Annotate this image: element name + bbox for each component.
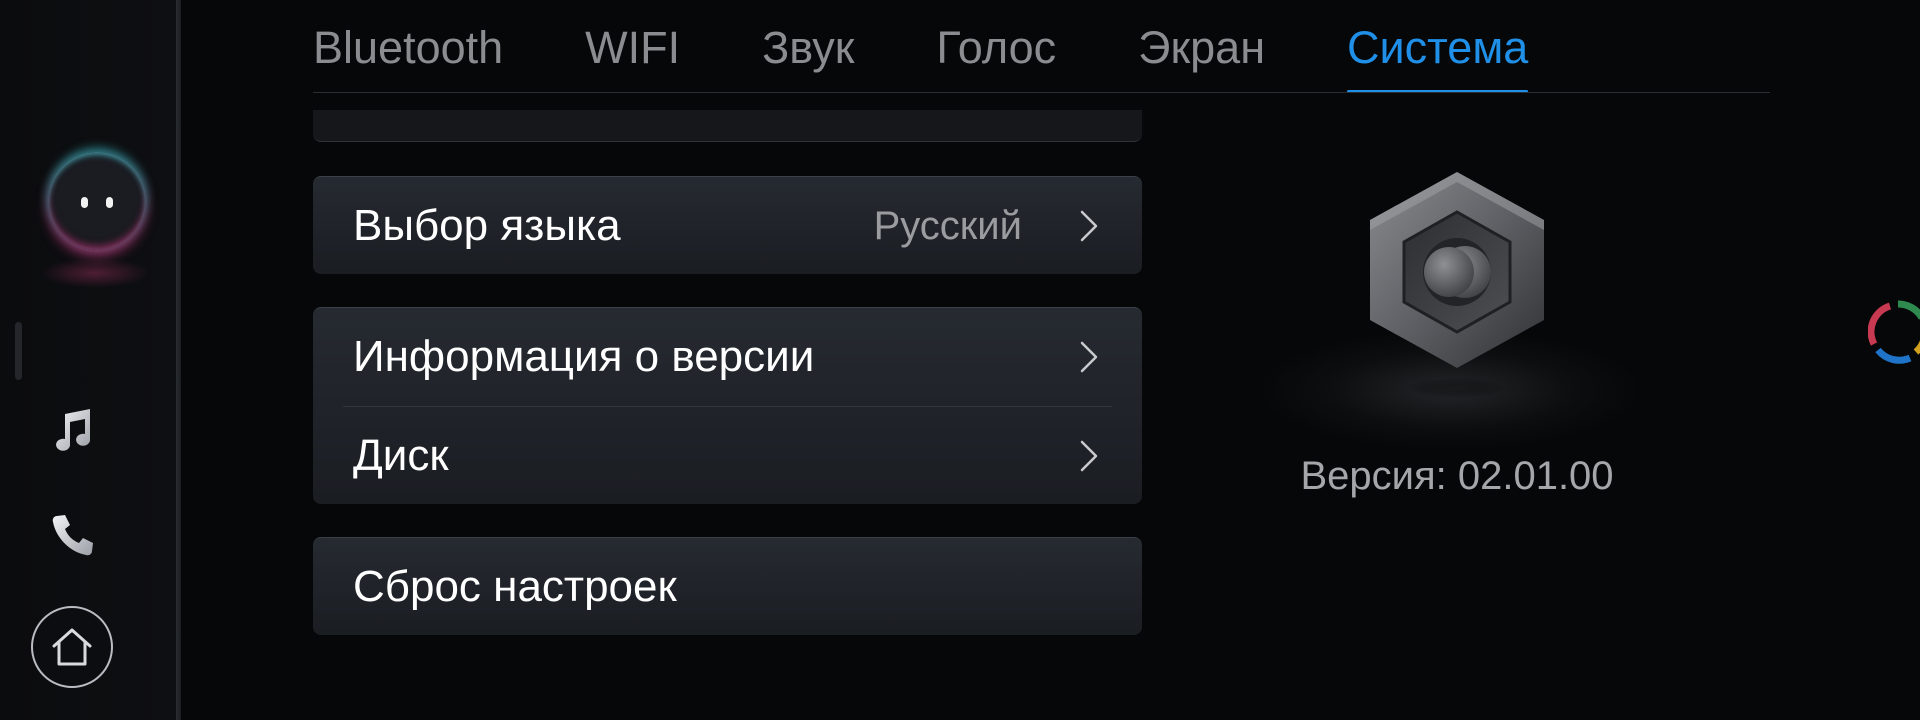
system-logo — [1352, 160, 1562, 410]
scrolled-card-edge — [313, 110, 1142, 142]
language-row[interactable]: Выбор языка Русский — [313, 177, 1142, 275]
assistant-glow — [40, 258, 150, 288]
dock-drag-handle[interactable] — [15, 322, 22, 380]
assistant-eye-right — [106, 197, 113, 208]
disk-label: Диск — [353, 431, 449, 480]
home-icon — [52, 628, 92, 666]
chevron-right-icon — [1080, 341, 1098, 373]
tabs-divider — [313, 92, 1770, 93]
chevron-right-icon — [1080, 440, 1098, 472]
reset-card[interactable]: Сброс настроек — [313, 537, 1142, 635]
hex-nut-logo-icon — [1370, 172, 1544, 398]
loading-ring-icon[interactable] — [1868, 298, 1920, 364]
disk-row[interactable]: Диск — [313, 407, 1142, 505]
home-button[interactable] — [31, 606, 113, 688]
settings-tabs: Bluetooth WIFI Звук Голос Экран Система — [313, 16, 1610, 94]
tab-system[interactable]: Система — [1347, 16, 1529, 93]
phone-icon — [52, 515, 93, 556]
assistant-eye-left — [81, 197, 88, 208]
tab-sound[interactable]: Звук — [762, 16, 854, 93]
reset-label: Сброс настроек — [353, 562, 677, 611]
version-text: Версия: 02.01.00 — [1300, 454, 1614, 498]
language-card[interactable]: Выбор языка Русский — [313, 176, 1142, 274]
tab-wifi[interactable]: WIFI — [585, 16, 680, 93]
system-settings-screen: Bluetooth WIFI Звук Голос Экран Система … — [0, 0, 1920, 720]
chevron-right-icon — [1080, 210, 1098, 242]
version-disk-card: Информация о версии Диск — [313, 307, 1142, 504]
tab-voice[interactable]: Голос — [936, 16, 1056, 93]
phone-button[interactable] — [44, 506, 102, 564]
tab-screen[interactable]: Экран — [1138, 16, 1265, 93]
language-label: Выбор языка — [353, 201, 621, 250]
music-button[interactable] — [44, 400, 102, 458]
dock-divider — [176, 0, 181, 720]
voice-assistant-icon[interactable] — [48, 152, 146, 250]
version-info-label: Информация о версии — [353, 332, 815, 381]
tab-bluetooth[interactable]: Bluetooth — [313, 16, 503, 93]
version-info-row[interactable]: Информация о версии — [313, 308, 1142, 406]
reset-row[interactable]: Сброс настроек — [313, 538, 1142, 636]
music-note-icon — [56, 409, 91, 451]
language-value: Русский — [873, 203, 1022, 248]
side-dock — [0, 0, 176, 720]
